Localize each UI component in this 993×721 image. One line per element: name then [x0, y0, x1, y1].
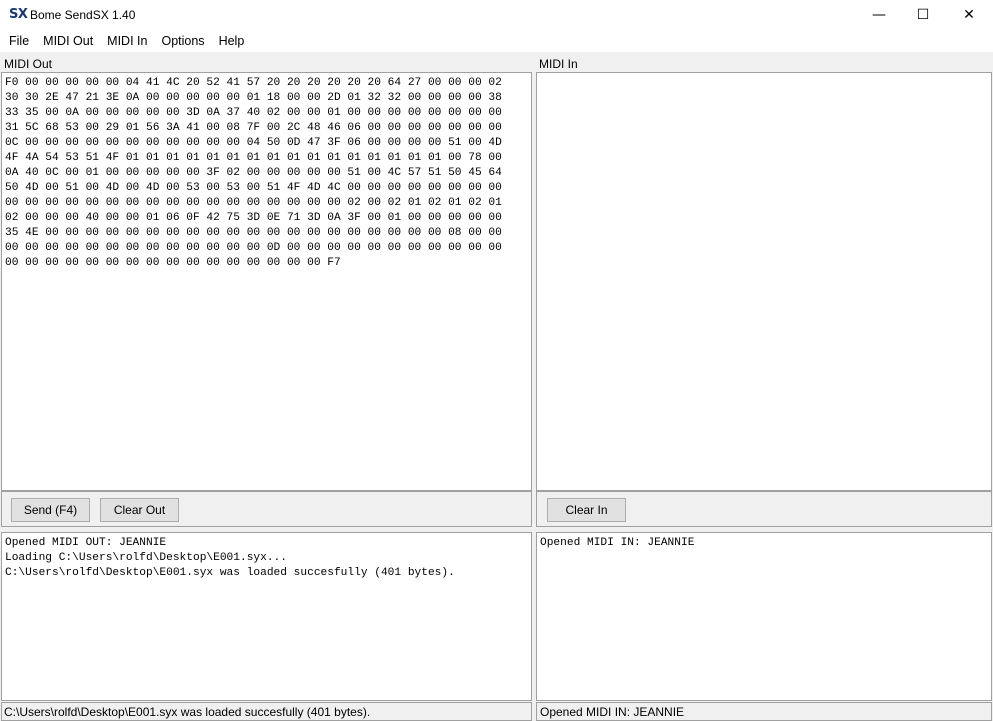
midi-out-label: MIDI Out — [4, 57, 53, 71]
send-button[interactable]: Send (F4) — [11, 498, 90, 522]
maximize-button[interactable]: ☐ — [900, 0, 946, 30]
midi-in-log[interactable]: Opened MIDI IN: JEANNIE — [536, 532, 992, 701]
midi-out-hex-editor[interactable]: F0 00 00 00 00 00 04 41 4C 20 52 41 57 2… — [1, 72, 532, 491]
menu-file[interactable]: File — [2, 30, 36, 52]
title-bar[interactable]: SX Bome SendSX 1.40 — ☐ ✕ — [0, 0, 993, 30]
menu-midi-in[interactable]: MIDI In — [100, 30, 154, 52]
clear-in-button[interactable]: Clear In — [547, 498, 626, 522]
midi-in-label: MIDI In — [539, 57, 578, 71]
status-bar-right: Opened MIDI IN: JEANNIE — [536, 702, 992, 721]
midi-in-log-text: Opened MIDI IN: JEANNIE — [540, 537, 695, 549]
midi-out-log[interactable]: Opened MIDI OUT: JEANNIE Loading C:\User… — [1, 532, 532, 701]
midi-out-hex-text: F0 00 00 00 00 00 04 41 4C 20 52 41 57 2… — [5, 77, 502, 269]
menu-midi-out[interactable]: MIDI Out — [36, 30, 100, 52]
midi-out-log-text: Opened MIDI OUT: JEANNIE Loading C:\User… — [5, 537, 455, 579]
status-bar-left: C:\Users\rolfd\Desktop\E001.syx was load… — [1, 702, 532, 721]
app-icon: SX — [9, 7, 28, 22]
midi-in-hex-view[interactable] — [536, 72, 992, 491]
window-title: Bome SendSX 1.40 — [30, 8, 136, 22]
menu-options[interactable]: Options — [154, 30, 211, 52]
clear-out-button[interactable]: Clear Out — [100, 498, 179, 522]
minimize-button[interactable]: — — [856, 0, 902, 30]
menu-help[interactable]: Help — [212, 30, 252, 52]
menu-bar: File MIDI Out MIDI In Options Help — [0, 30, 993, 52]
close-button[interactable]: ✕ — [946, 0, 992, 30]
